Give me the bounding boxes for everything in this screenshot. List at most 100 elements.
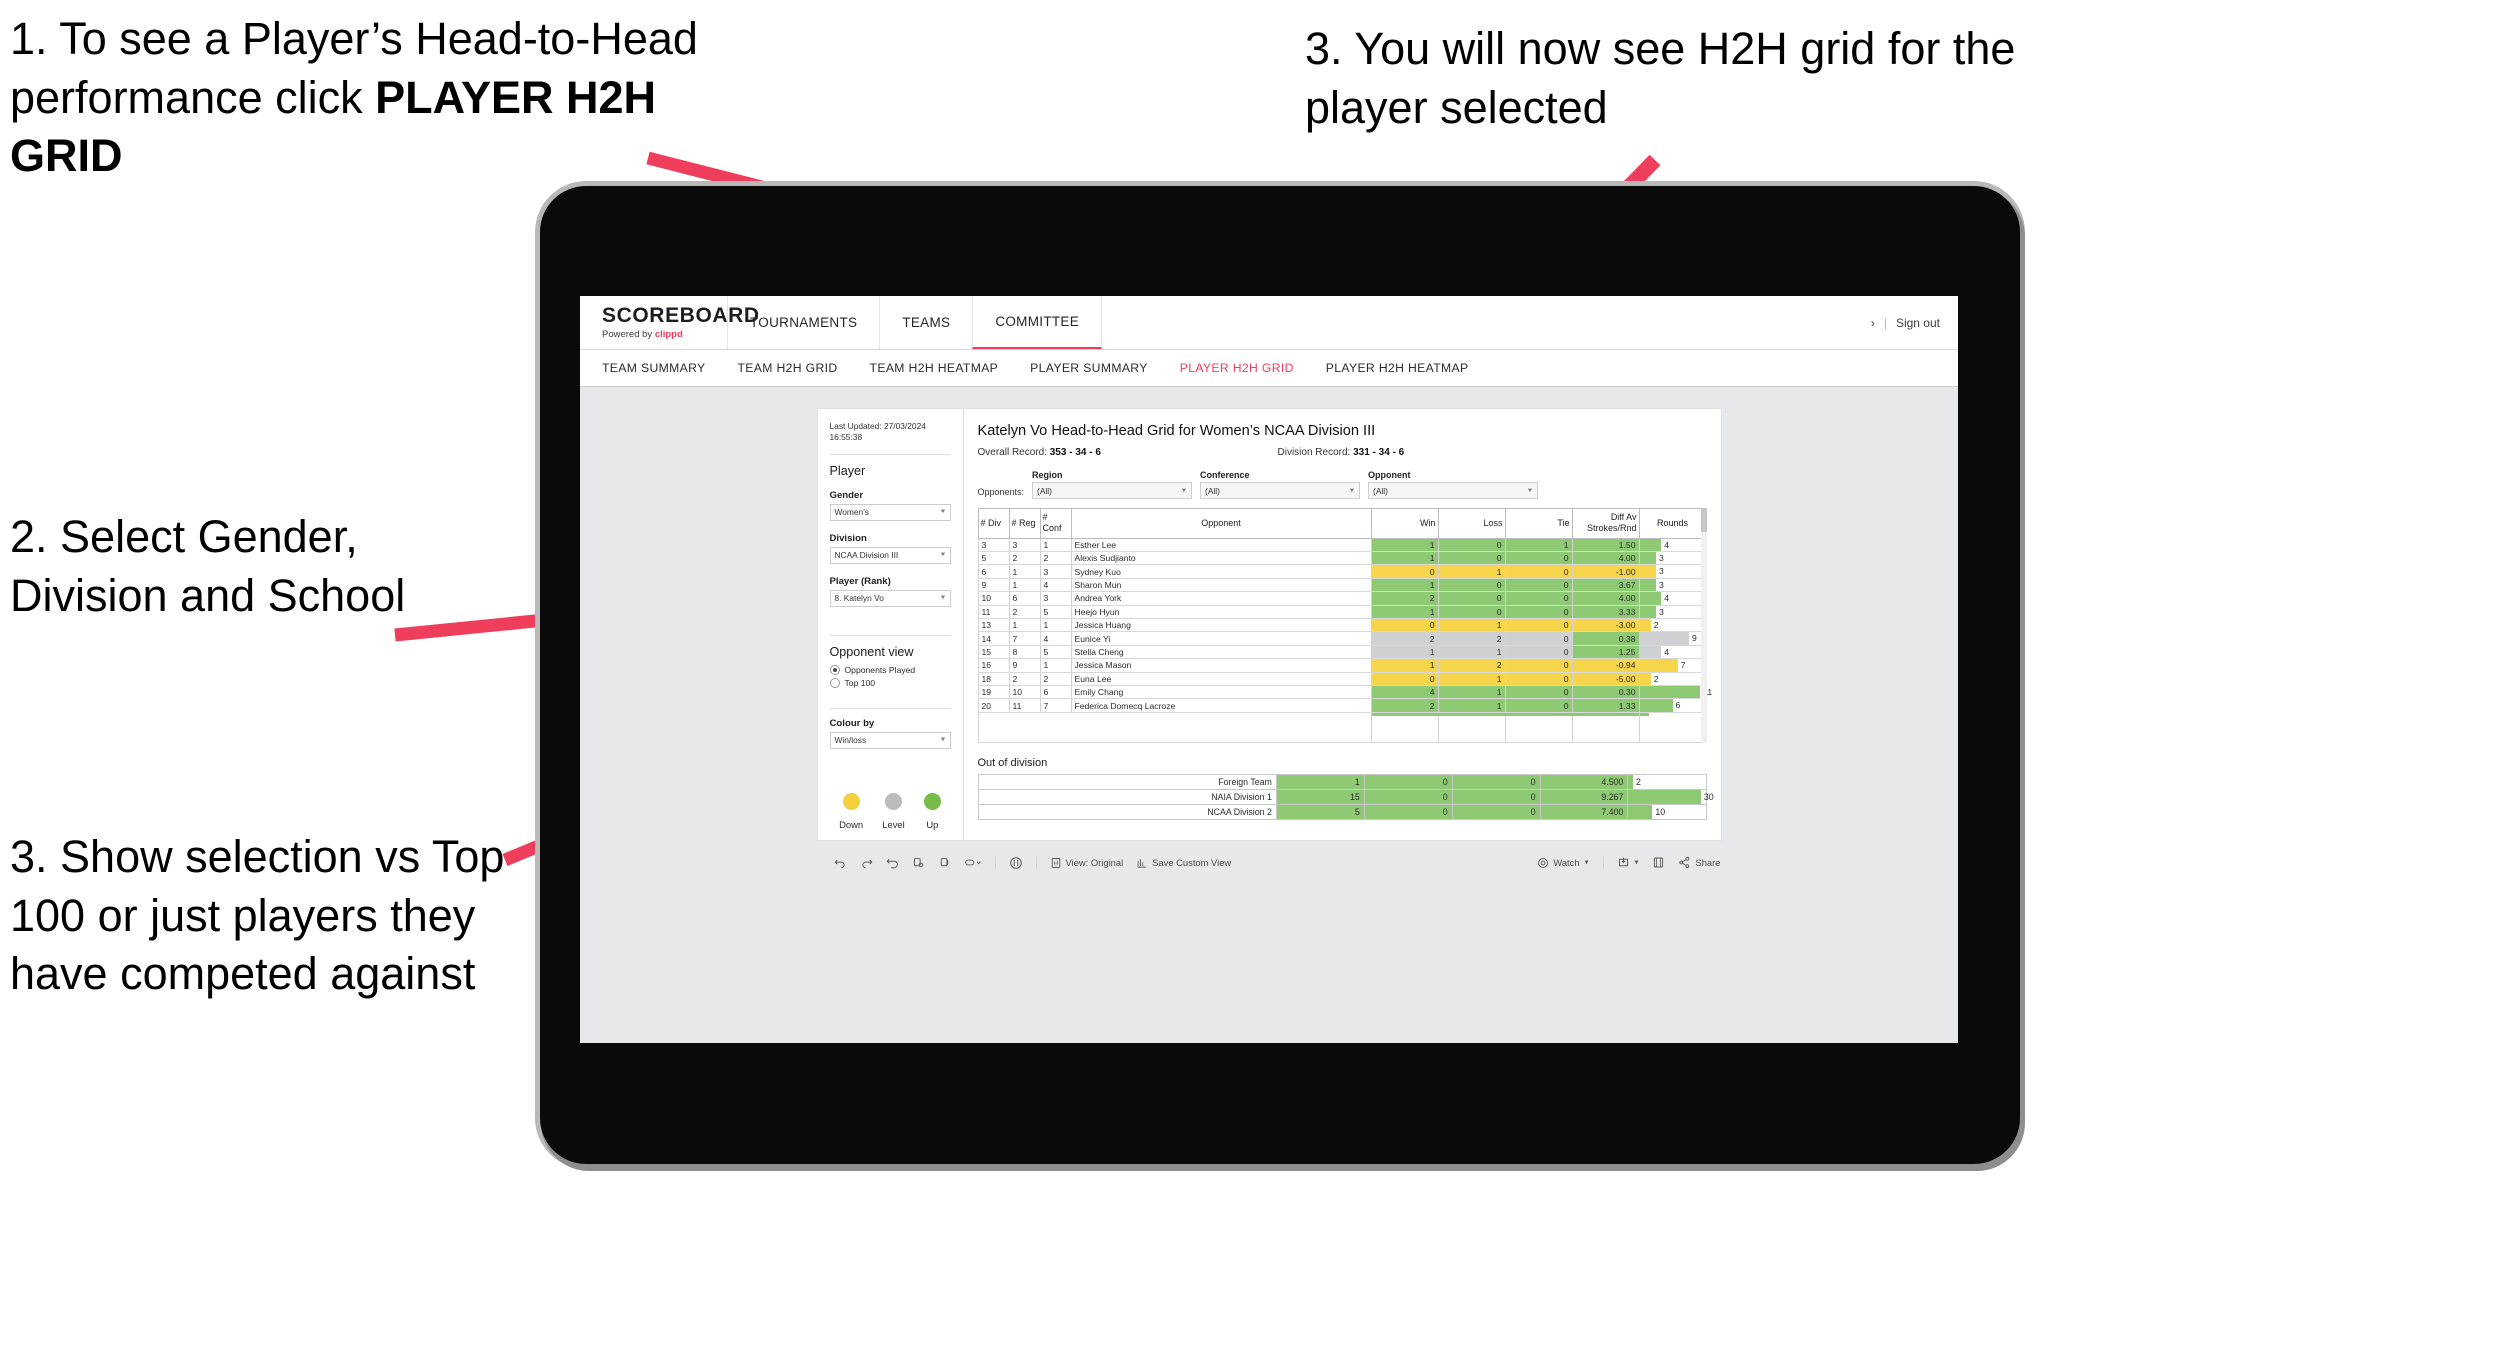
out-of-division-row[interactable]: Foreign Team 1 0 0 4.500 2 (977, 773, 1707, 790)
cell-ood-rounds: 30 (1627, 788, 1714, 805)
dashboard-canvas: Last Updated: 27/03/2024 16:55:38 Player… (580, 387, 1958, 876)
table-row[interactable]: 14 7 4 Eunice Yi 2 2 0 0.38 9 (977, 631, 1707, 646)
cell-opponent: Sydney Kuo (1070, 564, 1372, 579)
tab-team-h2h-heatmap[interactable]: TEAM H2H HEATMAP (870, 361, 999, 375)
tab-player-h2h-heatmap[interactable]: PLAYER H2H HEATMAP (1326, 361, 1469, 375)
th-div: # Div (977, 508, 1010, 539)
table-row[interactable]: 11 2 5 Heejo Hyun 1 0 0 3.33 3 (977, 605, 1707, 619)
divider (829, 707, 951, 709)
table-row[interactable]: 9 1 4 Sharon Mun 1 0 0 3.67 3 (977, 578, 1707, 593)
cell-rounds: 6 (1638, 698, 1707, 713)
cell-div: 10 (977, 591, 1010, 606)
cell-reg: 8 (1008, 645, 1041, 660)
cell-div: 3 (977, 538, 1010, 552)
highlight-icon[interactable] (964, 856, 982, 869)
gender-select[interactable]: Women's ▼ (829, 503, 951, 521)
cell-ood-name: Foreign Team (977, 773, 1277, 790)
cell-ood-tie: 0 (1451, 803, 1541, 820)
pause-auto-update-icon[interactable] (1009, 856, 1023, 870)
chevron-down-icon: ▼ (1633, 859, 1640, 866)
tab-team-summary[interactable]: TEAM SUMMARY (602, 361, 706, 375)
colour-by-select[interactable]: Win/loss ▼ (829, 731, 951, 749)
records-row: Overall Record: 353 - 34 - 6 Division Re… (978, 447, 1707, 458)
cell-loss: 1 (1437, 698, 1506, 713)
cell-reg: 11 (1008, 698, 1041, 713)
table-row[interactable]: 18 2 2 Euna Lee 0 1 0 -5.00 2 (977, 672, 1707, 686)
main-view: Katelyn Vo Head-to-Head Grid for Women’s… (964, 409, 1721, 840)
table-row[interactable]: 19 10 6 Emily Chang 4 1 0 0.30 11 (977, 685, 1712, 700)
cell-div: 9 (977, 578, 1010, 593)
nav-teams[interactable]: TEAMS (879, 296, 974, 349)
cell-opponent: Sharon Mun (1070, 578, 1372, 593)
redo-icon[interactable] (860, 856, 873, 869)
cell-win: 1 (1370, 578, 1439, 593)
cell-loss: 0 (1437, 591, 1506, 606)
cell-opponent: Andrea York (1070, 591, 1372, 606)
tab-player-summary[interactable]: PLAYER SUMMARY (1030, 361, 1148, 375)
cell-div: 18 (977, 672, 1010, 686)
radio-top-100[interactable]: Top 100 (829, 677, 951, 688)
grid-scrollbar[interactable] (1700, 508, 1707, 743)
share-button[interactable]: Share (1678, 856, 1721, 869)
legend-label-up: Up (926, 818, 939, 830)
overall-record-value: 353 - 34 - 6 (1049, 447, 1101, 458)
chevron-down-icon: ▼ (938, 595, 947, 602)
chevron-down-icon: ▼ (1180, 487, 1188, 494)
player-rank-value: 8. Katelyn Vo (834, 593, 884, 604)
watch-button[interactable]: Watch ▼ (1537, 857, 1590, 869)
table-row[interactable]: 5 2 2 Alexis Sudjianto 1 0 0 4.00 3 (977, 551, 1707, 566)
player-rank-select[interactable]: 8. Katelyn Vo ▼ (829, 589, 951, 607)
refresh-icon[interactable] (912, 856, 925, 869)
pause-icon[interactable] (938, 856, 951, 869)
save-custom-view-button[interactable]: Save Custom View (1136, 857, 1231, 869)
grid-scrollbar-thumb[interactable] (1700, 508, 1707, 532)
division-record-label: Division Record: (1277, 447, 1354, 458)
table-row[interactable]: 15 8 5 Stella Cheng 1 1 0 1.25 4 (977, 645, 1707, 660)
cell-rounds: 4 (1638, 645, 1707, 660)
opponents-label: Opponents: (977, 487, 1025, 497)
tablet-device-frame: SCOREBOARD Powered by clippd TOURNAMENTS… (540, 186, 2020, 1164)
th-diff: Diff Av Strokes/Rnd (1571, 508, 1640, 539)
table-row[interactable]: 16 9 1 Jessica Mason 1 2 0 -0.94 7 (977, 658, 1707, 673)
table-row[interactable]: 6 1 3 Sydney Kuo 0 1 0 -1.00 3 (977, 564, 1707, 579)
table-row[interactable]: 13 1 1 Jessica Huang 0 1 0 -3.00 2 (977, 618, 1707, 633)
cell-div: 13 (977, 618, 1010, 633)
out-of-division-row[interactable]: NCAA Division 2 5 0 0 7.400 10 (977, 803, 1707, 820)
cell-win: 0 (1370, 672, 1439, 686)
out-of-division-title: Out of division (977, 756, 1048, 769)
nav-tournaments[interactable]: TOURNAMENTS (727, 296, 881, 349)
conference-select[interactable]: (All) ▼ (1200, 482, 1361, 499)
cell-reg: 1 (1008, 618, 1041, 633)
table-row[interactable]: 20 11 7 Federica Domecq Lacroze 2 1 0 1.33 6 (977, 698, 1707, 713)
undo-icon[interactable] (834, 856, 847, 869)
fullscreen-button[interactable] (1652, 856, 1665, 869)
region-select[interactable]: (All) ▼ (1032, 482, 1193, 499)
tab-player-h2h-grid[interactable]: PLAYER H2H GRID (1180, 361, 1294, 375)
legend-dot-up (923, 792, 941, 810)
cell-loss: 1 (1437, 645, 1506, 660)
th-win: Win (1370, 508, 1439, 539)
th-reg: # Reg (1008, 508, 1041, 539)
cell-conf: 2 (1039, 551, 1072, 566)
cell-conf: 3 (1039, 591, 1072, 606)
user-chevron-icon[interactable]: › (1871, 316, 1875, 330)
nav-committee[interactable]: COMMITTEE (972, 296, 1103, 349)
cell-rounds: 3 (1638, 564, 1707, 579)
cell-conf: 6 (1039, 685, 1072, 700)
table-row[interactable]: 10 6 3 Andrea York 2 0 0 4.00 4 (977, 591, 1707, 606)
view-original-button[interactable]: View: Original (1050, 857, 1123, 869)
out-of-division-row[interactable]: NAIA Division 1 15 0 0 9.267 30 (977, 788, 1714, 805)
cell-opponent: Eunice Yi (1070, 631, 1372, 646)
sign-out-link[interactable]: Sign out (1896, 316, 1940, 330)
radio-opponents-played[interactable]: Opponents Played (829, 664, 951, 675)
table-row[interactable]: 3 3 1 Esther Lee 1 0 1 1.50 4 (977, 538, 1707, 552)
opponent-select[interactable]: (All) ▼ (1368, 482, 1539, 499)
cell-div: 15 (977, 645, 1010, 660)
cell-diff: 0.30 (1571, 685, 1640, 700)
download-button[interactable]: ▼ (1617, 856, 1640, 869)
cell-rounds: 9 (1638, 631, 1707, 646)
division-select[interactable]: NCAA Division III ▼ (829, 546, 951, 564)
cell-opponent: Emily Chang (1070, 685, 1372, 700)
revert-icon[interactable] (886, 856, 899, 869)
tab-team-h2h-grid[interactable]: TEAM H2H GRID (738, 361, 838, 375)
